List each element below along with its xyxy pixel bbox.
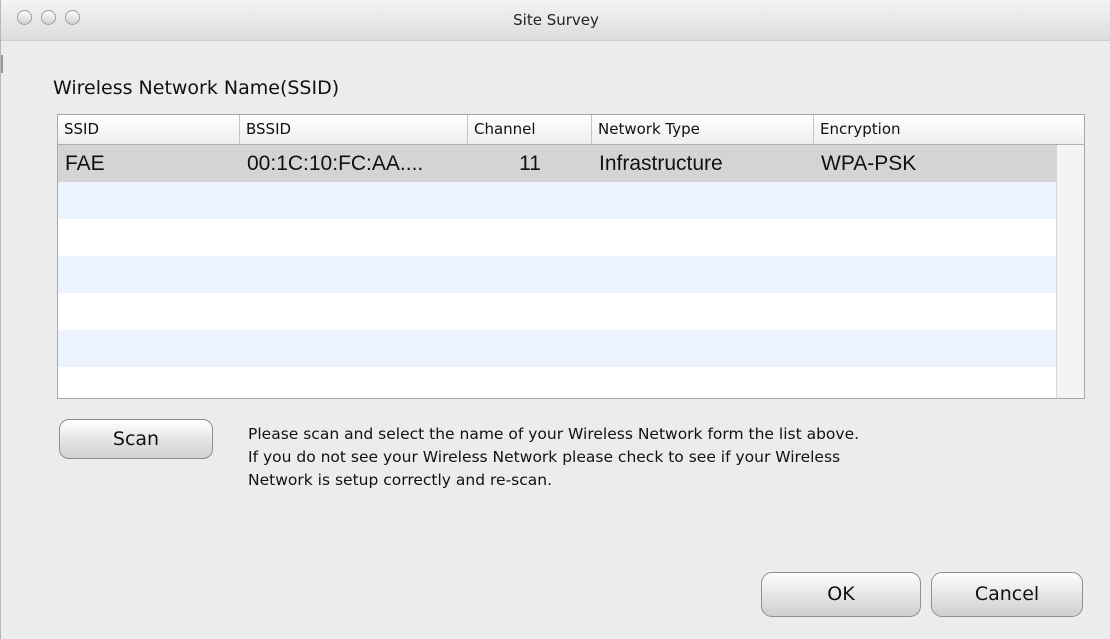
scan-button[interactable]: Scan: [59, 419, 213, 459]
ssid-section-label: Wireless Network Name(SSID): [53, 77, 340, 99]
cell-channel: 11: [519, 152, 541, 175]
column-header-network-type[interactable]: Network Type: [592, 115, 814, 144]
empty-row[interactable]: [58, 330, 1056, 367]
instruction-line: Please scan and select the name of your …: [248, 425, 860, 443]
cancel-button[interactable]: Cancel: [931, 572, 1083, 617]
ok-button[interactable]: OK: [761, 572, 921, 617]
vertical-scrollbar[interactable]: [1056, 145, 1084, 398]
cell-network-type: Infrastructure: [599, 152, 723, 175]
cell-bssid: 00:1C:10:FC:AA....: [247, 152, 424, 175]
table-header: SSID BSSID Channel Network Type Encrypti…: [58, 115, 1084, 145]
window-title: Site Survey: [513, 11, 599, 29]
empty-row[interactable]: [58, 367, 1056, 398]
empty-row[interactable]: [58, 293, 1056, 330]
instruction-line: Network is setup correctly and re-scan.: [248, 471, 553, 489]
title-bar[interactable]: Site Survey: [1, 0, 1110, 41]
empty-row[interactable]: [58, 256, 1056, 293]
table-row[interactable]: FAE 00:1C:10:FC:AA.... 11 Infrastructure…: [58, 145, 1056, 182]
instruction-line: If you do not see your Wireless Network …: [248, 448, 841, 466]
column-header-ssid[interactable]: SSID: [58, 115, 240, 144]
empty-row[interactable]: [58, 219, 1056, 256]
network-table[interactable]: SSID BSSID Channel Network Type Encrypti…: [57, 114, 1085, 399]
window-edge-mark: [1, 55, 3, 73]
scan-instructions: Please scan and select the name of your …: [248, 423, 1098, 492]
cell-encryption: WPA-PSK: [821, 152, 917, 175]
column-header-encryption[interactable]: Encryption: [814, 115, 1084, 144]
cell-ssid: FAE: [65, 152, 105, 175]
column-header-channel[interactable]: Channel: [468, 115, 592, 144]
column-header-bssid[interactable]: BSSID: [240, 115, 468, 144]
empty-row[interactable]: [58, 182, 1056, 219]
site-survey-window: Site Survey Wireless Network Name(SSID) …: [0, 0, 1110, 639]
